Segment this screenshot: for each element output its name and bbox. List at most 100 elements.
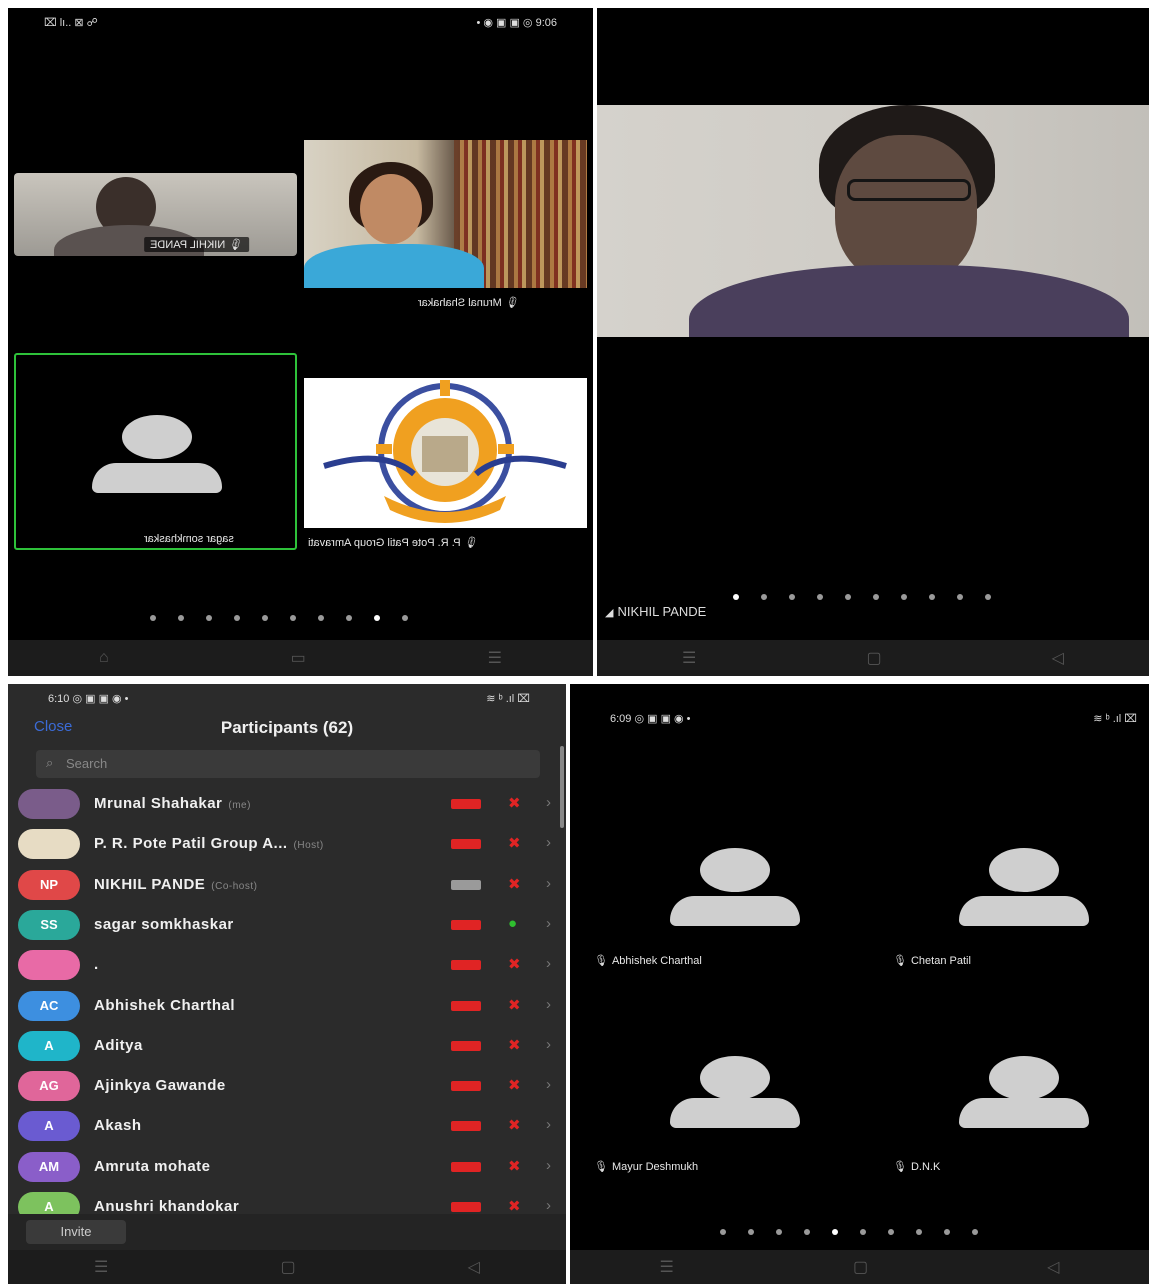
menu-nav-icon[interactable]: ☰ [488, 648, 502, 668]
page-dot[interactable] [206, 615, 212, 621]
camera-icon[interactable] [451, 879, 481, 890]
page-dot[interactable] [873, 594, 879, 600]
camera-icon[interactable] [451, 1202, 481, 1212]
page-dot[interactable] [957, 594, 963, 600]
back-nav-icon[interactable]: ◁ [1052, 648, 1064, 668]
back-nav-icon[interactable]: ◁ [1047, 1257, 1059, 1277]
page-dot[interactable] [845, 594, 851, 600]
page-dot[interactable] [804, 1229, 810, 1235]
camera-icon[interactable] [451, 1121, 481, 1132]
chevron-right-icon[interactable]: › [546, 834, 551, 851]
page-dot[interactable] [262, 615, 268, 621]
participant-row[interactable]: SS sagar somkhaskar ● › [8, 905, 558, 945]
page-dot[interactable] [817, 594, 823, 600]
page-dot[interactable] [346, 615, 352, 621]
page-dot[interactable] [776, 1229, 782, 1235]
camera-icon[interactable] [451, 1161, 481, 1172]
chevron-right-icon[interactable]: › [546, 1157, 551, 1174]
status-bar-right: ≋ ᵇ .ıl ⌧ [486, 693, 530, 705]
page-dot[interactable] [888, 1229, 894, 1235]
page-dot-active[interactable] [832, 1229, 838, 1235]
participant-row[interactable]: AG Ajinkya Gawande ✖ › [8, 1066, 558, 1106]
camera-icon[interactable] [451, 960, 481, 971]
chevron-right-icon[interactable]: › [546, 915, 551, 932]
mic-muted-icon[interactable]: ✖ [508, 1036, 521, 1054]
chevron-right-icon[interactable]: › [546, 1116, 551, 1133]
menu-nav-icon[interactable]: ☰ [682, 648, 696, 668]
participant-row[interactable]: AC Abhishek Charthal ✖ › [8, 986, 558, 1026]
mic-muted-icon[interactable]: ✖ [508, 875, 521, 893]
video-tile-mrunal[interactable] [304, 140, 587, 288]
video-tile-dnk[interactable]: 🎙 D.N.K [879, 1042, 1139, 1182]
mic-muted-icon[interactable]: ✖ [508, 955, 521, 973]
search-input[interactable]: ⌕ Search [36, 750, 540, 778]
square-nav-icon[interactable]: ▢ [853, 1257, 868, 1277]
page-dot[interactable] [150, 615, 156, 621]
speaker-video[interactable] [597, 105, 1149, 337]
camera-icon[interactable] [451, 839, 481, 850]
video-tile-sagar[interactable]: sagar somkhaskar [14, 353, 297, 550]
page-dot[interactable] [234, 615, 240, 621]
chevron-right-icon[interactable]: › [546, 955, 551, 972]
participant-row[interactable]: NP NIKHIL PANDE (Co-host) ✖ › [8, 865, 558, 905]
participant-row[interactable]: . ✖ › [8, 945, 558, 985]
page-dot-active[interactable] [733, 594, 739, 600]
participant-row[interactable]: A Akash ✖ › [8, 1106, 558, 1146]
participant-row[interactable]: AM Amruta mohate ✖ › [8, 1147, 558, 1187]
video-tile-chetan[interactable]: 🎙 Chetan Patil [879, 834, 1139, 974]
home-nav-icon[interactable]: ⌂ [99, 649, 109, 667]
chevron-right-icon[interactable]: › [546, 1076, 551, 1093]
participant-row[interactable]: A Aditya ✖ › [8, 1026, 558, 1066]
mic-muted-icon[interactable]: ✖ [508, 1157, 521, 1175]
menu-nav-icon[interactable]: ☰ [94, 1257, 108, 1277]
mic-muted-icon[interactable]: ✖ [508, 1197, 521, 1215]
participant-row[interactable]: P. R. Pote Patil Group A... (Host) ✖ › [8, 824, 558, 864]
page-dot[interactable] [972, 1229, 978, 1235]
page-dot[interactable] [178, 615, 184, 621]
mic-muted-icon[interactable]: ✖ [508, 794, 521, 812]
invite-button[interactable]: Invite [26, 1220, 126, 1244]
video-tile-abhishek[interactable]: 🎙 Abhishek Charthal [580, 834, 850, 974]
square-nav-icon[interactable]: ▭ [291, 648, 306, 668]
mic-muted-icon[interactable]: ✖ [508, 1116, 521, 1134]
mic-muted-icon[interactable]: ✖ [508, 996, 521, 1014]
mic-muted-icon[interactable]: ✖ [508, 834, 521, 852]
page-dot[interactable] [789, 594, 795, 600]
chevron-right-icon[interactable]: › [546, 794, 551, 811]
page-dot[interactable] [402, 615, 408, 621]
page-dot[interactable] [944, 1229, 950, 1235]
page-dot[interactable] [860, 1229, 866, 1235]
chevron-right-icon[interactable]: › [546, 1036, 551, 1053]
mic-on-icon[interactable]: ● [508, 915, 517, 932]
page-dot[interactable] [290, 615, 296, 621]
scrollbar[interactable] [560, 746, 564, 828]
video-tile-nikhil[interactable]: 🎙NIKHIL PANDE [14, 173, 297, 256]
participant-face [360, 174, 422, 244]
square-nav-icon[interactable]: ▢ [280, 1257, 295, 1277]
participant-row[interactable]: Mrunal Shahakar (me) ✖ › [8, 784, 558, 824]
menu-nav-icon[interactable]: ☰ [660, 1257, 674, 1277]
page-dot[interactable] [748, 1229, 754, 1235]
chevron-right-icon[interactable]: › [546, 875, 551, 892]
page-dot[interactable] [916, 1229, 922, 1235]
square-nav-icon[interactable]: ▢ [866, 648, 881, 668]
back-nav-icon[interactable]: ◁ [468, 1257, 480, 1277]
page-dot[interactable] [929, 594, 935, 600]
page-dot[interactable] [901, 594, 907, 600]
chevron-right-icon[interactable]: › [546, 1197, 551, 1214]
camera-icon[interactable] [451, 1081, 481, 1092]
video-tile-mayur[interactable]: 🎙 Mayur Deshmukh [580, 1042, 850, 1182]
mic-muted-icon[interactable]: ✖ [508, 1076, 521, 1094]
page-dot[interactable] [985, 594, 991, 600]
bottom-toolbar: Invite [8, 1214, 566, 1250]
page-dot[interactable] [318, 615, 324, 621]
camera-icon[interactable] [451, 919, 481, 930]
chevron-right-icon[interactable]: › [546, 996, 551, 1013]
page-dot[interactable] [761, 594, 767, 600]
camera-icon[interactable] [451, 1040, 481, 1051]
page-dot[interactable] [720, 1229, 726, 1235]
page-dot-active[interactable] [374, 615, 380, 621]
camera-icon[interactable] [451, 1000, 481, 1011]
video-tile-host-logo[interactable] [304, 378, 587, 528]
camera-icon[interactable] [451, 799, 481, 809]
